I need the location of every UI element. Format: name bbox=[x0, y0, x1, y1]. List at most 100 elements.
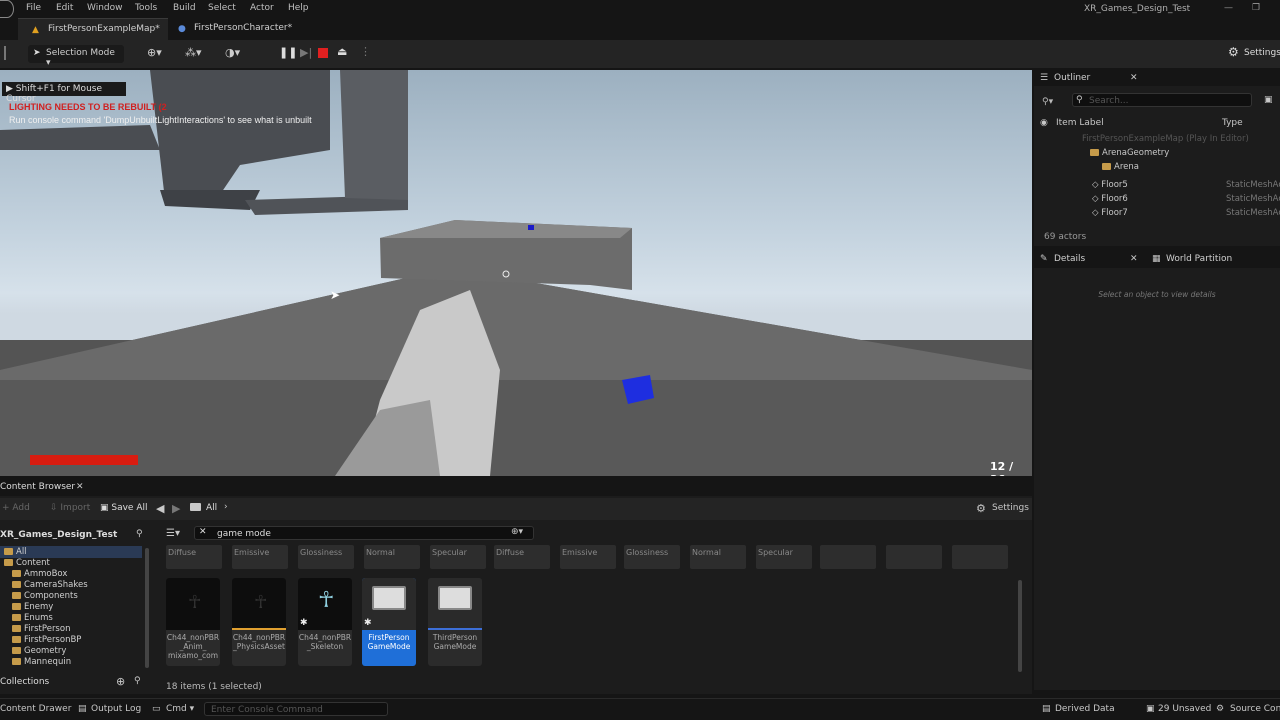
tree-firstpersonbp[interactable]: FirstPersonBP bbox=[12, 635, 81, 645]
column-type[interactable]: Type bbox=[1222, 118, 1243, 128]
tree-scrollbar[interactable] bbox=[145, 548, 149, 668]
save-all-button[interactable]: ▣ Save All bbox=[100, 503, 148, 513]
tree-components[interactable]: Components bbox=[12, 591, 78, 601]
collections-header[interactable]: Collections bbox=[0, 677, 49, 687]
menu-build[interactable]: Build bbox=[173, 3, 196, 13]
selection-mode-dropdown[interactable]: ➤ Selection Mode ▾ bbox=[28, 45, 124, 68]
tree-row-arena[interactable]: Arena bbox=[1102, 162, 1139, 172]
search-icon[interactable]: ⚲ bbox=[136, 529, 143, 539]
eye-icon[interactable]: ◉ bbox=[1040, 118, 1048, 128]
asset-tile[interactable]: Normal bbox=[364, 545, 420, 569]
asset-tile[interactable] bbox=[820, 545, 876, 569]
tree-row-floor7[interactable]: ◇ Floor7 bbox=[1092, 208, 1128, 218]
asset-physics[interactable]: ☥ Ch44_nonPBR _PhysicsAsset bbox=[232, 578, 286, 666]
tree-row-map[interactable]: FirstPersonExampleMap (Play In Editor) bbox=[1082, 134, 1249, 144]
tree-enums[interactable]: Enums bbox=[12, 613, 53, 623]
project-root[interactable]: XR_Games_Design_Test bbox=[0, 530, 117, 540]
filter-icon[interactable]: ⚲▾ bbox=[1042, 97, 1053, 107]
forward-icon[interactable]: ▶ bbox=[172, 502, 180, 515]
asset-scrollbar[interactable] bbox=[1018, 580, 1022, 672]
settings-gear-icon[interactable]: ⚙ bbox=[976, 502, 986, 515]
tree-row-floor5[interactable]: ◇ Floor5 bbox=[1092, 180, 1128, 190]
tree-firstperson[interactable]: FirstPerson bbox=[12, 624, 70, 634]
filter-icon[interactable]: ☰▾ bbox=[166, 528, 180, 539]
asset-skeleton[interactable]: ☥ ✱ Ch44_nonPBR _Skeleton bbox=[298, 578, 352, 666]
asset-tile[interactable] bbox=[952, 545, 1008, 569]
output-log-button[interactable]: Output Log bbox=[91, 704, 141, 714]
tree-all[interactable]: All bbox=[4, 547, 27, 557]
pause-icon[interactable]: ❚❚ bbox=[279, 46, 297, 59]
tree-row-arenageometry[interactable]: ArenaGeometry bbox=[1090, 148, 1169, 158]
menu-window[interactable]: Window bbox=[87, 3, 123, 13]
back-icon[interactable]: ◀ bbox=[156, 502, 164, 515]
asset-tile[interactable]: Glossiness bbox=[624, 545, 680, 569]
maximize-icon[interactable]: ❐ bbox=[1252, 3, 1260, 13]
close-icon[interactable]: ✕ bbox=[1130, 254, 1138, 264]
menu-file[interactable]: File bbox=[26, 3, 41, 13]
chevron-right-icon[interactable]: › bbox=[224, 502, 228, 512]
level-viewport[interactable]: ▶ Shift+F1 for Mouse Cursor LIGHTING NEE… bbox=[0, 70, 1032, 476]
menu-tools[interactable]: Tools bbox=[135, 3, 157, 13]
add-folder-icon[interactable]: ▣ bbox=[1264, 95, 1273, 105]
tree-enemy[interactable]: Enemy bbox=[12, 602, 53, 612]
cinematics-icon[interactable]: ◑▾ bbox=[225, 46, 240, 59]
tree-geometry[interactable]: Geometry bbox=[12, 646, 66, 656]
asset-tile[interactable] bbox=[886, 545, 942, 569]
close-icon[interactable]: ✕ bbox=[1130, 73, 1138, 83]
content-search-input[interactable]: ✕ game mode ⊕▾ bbox=[194, 526, 534, 540]
menu-select[interactable]: Select bbox=[208, 3, 236, 13]
add-actor-icon[interactable]: ⊕▾ bbox=[147, 46, 162, 59]
outliner-title[interactable]: Outliner bbox=[1054, 73, 1090, 83]
skip-icon[interactable]: ▶| bbox=[300, 46, 312, 59]
asset-firstperson-gamemode[interactable]: ✱ FirstPerson GameMode bbox=[362, 578, 416, 666]
content-drawer-button[interactable]: Content Drawer bbox=[0, 704, 71, 714]
details-tab[interactable]: Details bbox=[1054, 254, 1085, 264]
menu-help[interactable]: Help bbox=[288, 3, 309, 13]
tree-mannequin[interactable]: Mannequin bbox=[12, 657, 71, 667]
asset-tile[interactable]: Specular bbox=[430, 545, 486, 569]
settings-gear-icon[interactable]: ⚙ bbox=[1228, 45, 1239, 59]
tab-character[interactable]: ● FirstPersonCharacter* bbox=[164, 18, 304, 40]
asset-tile[interactable]: Normal bbox=[690, 545, 746, 569]
tree-row-floor6[interactable]: ◇ Floor6 bbox=[1092, 194, 1128, 204]
content-browser-tab[interactable]: Content Browser bbox=[0, 482, 75, 492]
import-button[interactable]: ⇩ Import bbox=[50, 503, 90, 513]
asset-thirdperson-gamemode[interactable]: ThirdPerson GameMode bbox=[428, 578, 482, 666]
menu-edit[interactable]: Edit bbox=[56, 3, 73, 13]
asset-anim[interactable]: ☥ Ch44_nonPBR _Anim_ mixamo_com bbox=[166, 578, 220, 666]
tree-ammobox[interactable]: AmmoBox bbox=[12, 569, 67, 579]
tree-content[interactable]: Content bbox=[4, 558, 50, 568]
menu-actor[interactable]: Actor bbox=[250, 3, 274, 13]
cmd-dropdown[interactable]: Cmd ▾ bbox=[166, 704, 194, 714]
eject-icon[interactable]: ⏏ bbox=[337, 45, 347, 58]
asset-tile[interactable]: Diffuse bbox=[494, 545, 550, 569]
tree-camerashakes[interactable]: CameraShakes bbox=[12, 580, 88, 590]
source-control-button[interactable]: Source Contr bbox=[1230, 704, 1280, 714]
blueprint-icon[interactable]: ⁂▾ bbox=[185, 46, 202, 59]
asset-tile[interactable]: Glossiness bbox=[298, 545, 354, 569]
stop-icon[interactable] bbox=[318, 48, 328, 58]
unsaved-button[interactable]: 29 Unsaved bbox=[1158, 704, 1211, 714]
asset-tile[interactable]: Specular bbox=[756, 545, 812, 569]
content-settings-button[interactable]: Settings bbox=[992, 503, 1029, 513]
console-input[interactable]: Enter Console Command bbox=[204, 702, 388, 716]
save-icon[interactable] bbox=[4, 46, 12, 60]
add-filter-icon[interactable]: ⊕▾ bbox=[511, 527, 523, 537]
clear-search-icon[interactable]: ✕ bbox=[199, 527, 207, 537]
outliner-search-input[interactable]: ⚲ Search... bbox=[1072, 93, 1252, 107]
close-icon[interactable]: ✕ bbox=[76, 482, 84, 492]
unreal-logo-icon[interactable] bbox=[0, 0, 14, 18]
add-collection-icon[interactable]: ⊕ bbox=[116, 675, 125, 688]
more-options-icon[interactable]: ⋮ bbox=[360, 45, 371, 58]
tab-map[interactable]: ▲ FirstPersonExampleMap* bbox=[18, 18, 168, 40]
asset-tile[interactable]: Emissive bbox=[232, 545, 288, 569]
add-button[interactable]: + Add bbox=[2, 503, 30, 513]
search-icon[interactable]: ⚲ bbox=[134, 676, 141, 686]
column-item-label[interactable]: Item Label bbox=[1056, 118, 1104, 128]
world-partition-tab[interactable]: World Partition bbox=[1166, 254, 1232, 264]
minimize-icon[interactable]: — bbox=[1224, 3, 1233, 13]
breadcrumb-all[interactable]: All bbox=[206, 503, 217, 513]
derived-data-button[interactable]: Derived Data bbox=[1055, 704, 1115, 714]
asset-tile[interactable]: Emissive bbox=[560, 545, 616, 569]
asset-tile[interactable]: Diffuse bbox=[166, 545, 222, 569]
